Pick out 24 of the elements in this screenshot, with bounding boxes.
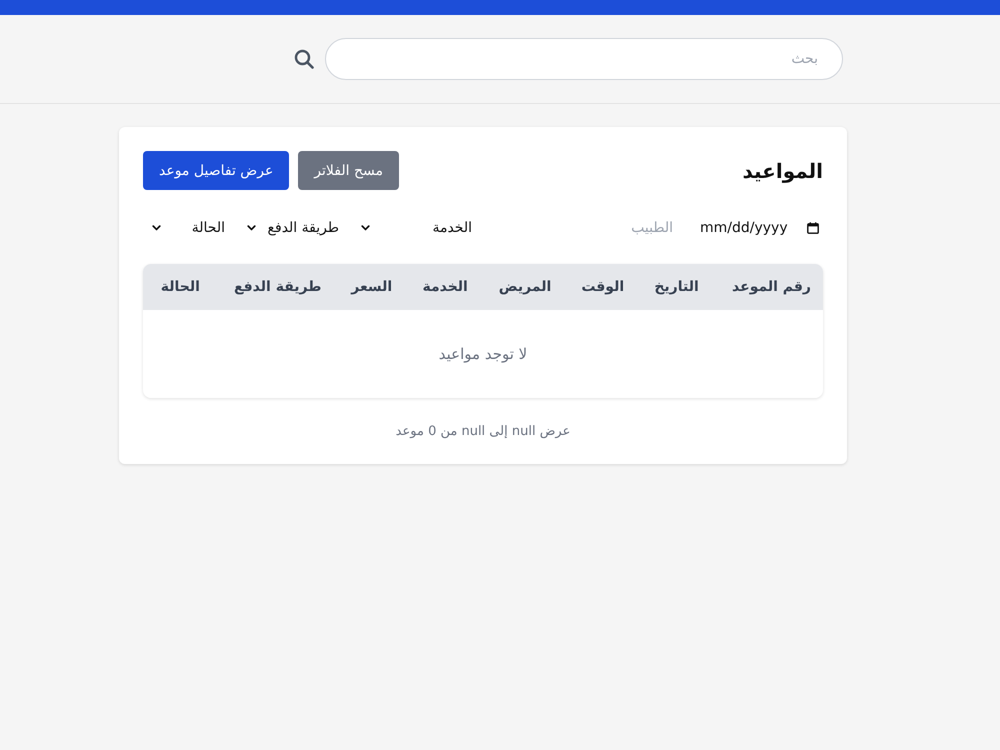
column-header: الخدمة — [404, 264, 480, 310]
chevron-down-icon — [361, 225, 370, 231]
page-title: المواعيد — [742, 158, 823, 182]
column-header: التاريخ — [636, 264, 711, 310]
filter-select[interactable]: طريقة الدفع — [240, 212, 346, 244]
view-details-button[interactable]: عرض تفاصيل موعد — [143, 151, 290, 190]
column-header: المريض — [480, 264, 564, 310]
column-header: الحالة — [143, 264, 212, 310]
clear-filters-button[interactable]: مسح الفلاتر — [298, 151, 399, 190]
search-icon[interactable] — [294, 49, 314, 69]
results-summary: عرض null إلى null من 0 موعد — [396, 424, 570, 439]
filter-select[interactable]: الخدمة — [354, 212, 479, 244]
column-header: السعر — [333, 264, 404, 310]
calendar-icon[interactable] — [807, 222, 819, 234]
column-header: طريقة الدفع — [212, 264, 334, 310]
chevron-down-icon — [247, 225, 256, 231]
column-header: الوقت — [563, 264, 636, 310]
doctor-field[interactable]: الطبيب — [487, 212, 682, 244]
filter-select[interactable]: الحالة — [145, 212, 232, 244]
search-field[interactable]: بحث — [325, 38, 843, 80]
column-header: رقم الموعد — [710, 264, 823, 310]
empty-message: لا توجد مواعيد — [143, 310, 823, 398]
chevron-down-icon — [152, 225, 161, 231]
date-field[interactable]: mm/dd/yyyy — [690, 212, 823, 244]
